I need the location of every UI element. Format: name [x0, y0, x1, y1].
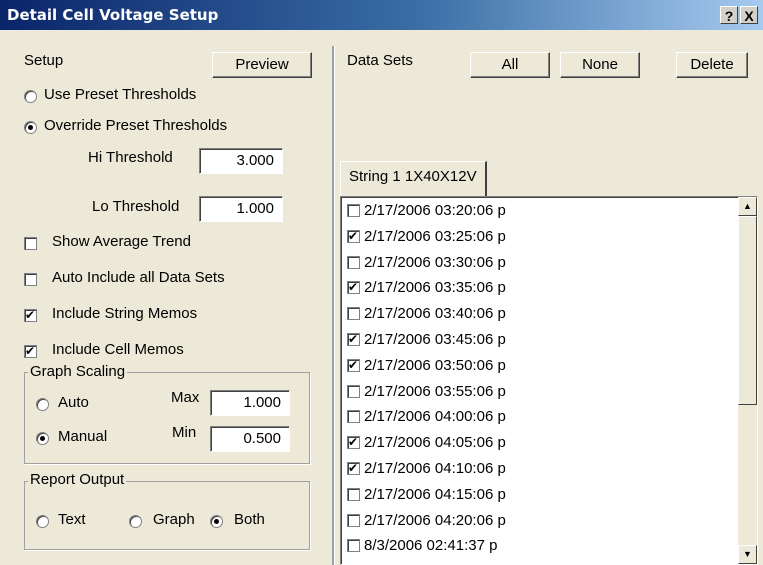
list-item-checkbox[interactable]	[347, 513, 360, 527]
list-item-checkbox[interactable]	[347, 279, 360, 295]
report-text-radio[interactable]	[36, 515, 49, 528]
help-button[interactable]: ?	[720, 6, 738, 24]
list-item-label: 2/17/2006 03:25:06 p	[364, 227, 506, 245]
list-item-label: 2/17/2006 03:40:06 p	[364, 305, 506, 323]
tab-string-1[interactable]: String 1 1X40X12V	[340, 161, 487, 196]
use-preset-radio[interactable]	[24, 90, 37, 103]
min-field[interactable]: 0.500	[210, 426, 290, 452]
scroll-down-arrow-icon[interactable]: ▼	[738, 545, 757, 564]
list-item-label: 2/17/2006 03:55:06 p	[364, 382, 506, 400]
max-label: Max	[171, 389, 200, 406]
scroll-thumb[interactable]	[738, 216, 757, 405]
all-button[interactable]: All	[470, 52, 550, 78]
list-item-checkbox[interactable]	[347, 384, 360, 398]
report-both-label: Both	[234, 511, 265, 528]
show-average-trend-checkbox[interactable]	[24, 237, 37, 250]
auto-include-checkbox[interactable]	[24, 273, 37, 286]
list-item-checkbox[interactable]	[347, 331, 360, 347]
list-item-label: 2/17/2006 04:20:06 p	[364, 511, 506, 529]
report-both-radio[interactable]	[210, 515, 223, 528]
use-preset-label: Use Preset Thresholds	[44, 86, 197, 103]
include-string-memos-label: Include String Memos	[52, 305, 198, 322]
auto-include-label: Auto Include all Data Sets	[52, 269, 225, 286]
setup-label: Setup	[24, 52, 64, 69]
title-bar: Detail Cell Voltage Setup ? X	[0, 0, 763, 30]
graph-scaling-auto-label: Auto	[58, 394, 89, 411]
list-scrollbar[interactable]: ▲ ▼	[738, 197, 757, 564]
list-item-checkbox[interactable]	[347, 307, 360, 321]
data-sets-list[interactable]: 2/17/2006 03:20:06 p 2/17/2006 03:25:06 p…	[340, 196, 758, 565]
preview-button[interactable]: Preview	[212, 52, 312, 78]
none-button[interactable]: None	[560, 52, 640, 78]
list-item-label: 2/17/2006 03:50:06 p	[364, 356, 506, 374]
include-cell-memos-checkbox[interactable]	[24, 343, 37, 359]
list-item-label: 2/17/2006 04:00:06 p	[364, 408, 506, 426]
hi-threshold-field[interactable]: 3.000	[199, 148, 283, 174]
list-item-checkbox[interactable]	[347, 228, 360, 244]
list-item-checkbox[interactable]	[347, 460, 360, 476]
scroll-up-arrow-icon[interactable]: ▲	[738, 197, 757, 216]
list-item-checkbox[interactable]	[347, 204, 360, 217]
list-item-label: 2/17/2006 03:30:06 p	[364, 253, 506, 271]
graph-scaling-label: Graph Scaling	[28, 363, 128, 380]
report-output-label: Report Output	[28, 471, 127, 488]
hi-threshold-label: Hi Threshold	[88, 149, 173, 166]
panel-divider	[332, 46, 335, 565]
report-graph-radio[interactable]	[129, 515, 142, 528]
graph-scaling-auto-radio[interactable]	[36, 398, 49, 411]
delete-button[interactable]: Delete	[676, 52, 748, 78]
override-preset-radio[interactable]	[24, 121, 37, 134]
list-item-label: 2/17/2006 03:45:06 p	[364, 331, 506, 348]
include-string-memos-checkbox[interactable]	[24, 307, 37, 323]
close-button[interactable]: X	[740, 6, 758, 24]
list-item-checkbox[interactable]	[347, 487, 360, 501]
list-item-checkbox[interactable]	[347, 434, 360, 450]
list-item-label: 2/17/2006 04:15:06 p	[364, 485, 506, 503]
report-graph-label: Graph	[153, 511, 195, 528]
list-item-checkbox[interactable]	[347, 255, 360, 269]
graph-scaling-manual-label: Manual	[58, 428, 108, 445]
max-field[interactable]: 1.000	[210, 390, 290, 416]
list-item-label: 2/17/2006 03:35:06 p	[364, 279, 506, 297]
include-cell-memos-label: Include Cell Memos	[52, 341, 184, 358]
report-text-label: Text	[58, 511, 86, 528]
lo-threshold-label: Lo Threshold	[92, 198, 180, 215]
list-item-label: 2/17/2006 03:20:06 p	[364, 202, 506, 219]
list-item-checkbox[interactable]	[347, 539, 360, 553]
list-item-label: 2/17/2006 04:05:06 p	[364, 434, 506, 452]
list-item-label: 2/17/2006 04:10:06 p	[364, 460, 506, 477]
graph-scaling-manual-radio[interactable]	[36, 432, 49, 445]
min-label: Min	[172, 424, 197, 441]
list-item-label: 8/3/2006 02:41:37 p	[364, 537, 498, 555]
window-title: Detail Cell Voltage Setup	[7, 6, 219, 24]
lo-threshold-field[interactable]: 1.000	[199, 196, 283, 222]
list-item-checkbox[interactable]	[347, 410, 360, 424]
show-average-trend-label: Show Average Trend	[52, 233, 191, 250]
override-preset-label: Override Preset Thresholds	[44, 117, 228, 134]
data-sets-label: Data Sets	[347, 52, 413, 69]
list-item-checkbox[interactable]	[347, 357, 360, 373]
